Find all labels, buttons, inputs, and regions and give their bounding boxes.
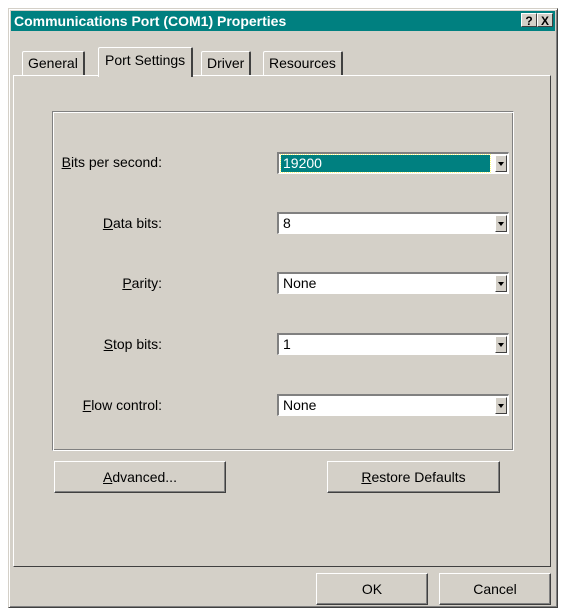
- stop-bits-select[interactable]: 1: [277, 333, 509, 355]
- title-bar: Communications Port (COM1) Properties ? …: [11, 11, 555, 31]
- properties-dialog: Communications Port (COM1) Properties ? …: [8, 8, 558, 608]
- cancel-button[interactable]: Cancel: [439, 573, 551, 605]
- window-title: Communications Port (COM1) Properties: [14, 13, 287, 29]
- tab-general[interactable]: General: [22, 51, 85, 75]
- flow-control-select[interactable]: None: [277, 394, 509, 416]
- parity-select[interactable]: None: [277, 272, 509, 294]
- chevron-down-icon[interactable]: [495, 275, 507, 292]
- data-bits-value: 8: [283, 215, 291, 231]
- stop-bits-value: 1: [283, 336, 291, 352]
- chevron-down-icon[interactable]: [495, 155, 507, 172]
- parity-value: None: [283, 275, 317, 291]
- bits-per-second-value: 19200: [280, 154, 491, 173]
- help-button[interactable]: ?: [521, 13, 537, 28]
- bits-per-second-label: Bits per second:: [61, 154, 162, 170]
- stop-bits-label: Stop bits:: [103, 336, 162, 352]
- tab-resources[interactable]: Resources: [263, 51, 343, 75]
- data-bits-label: Data bits:: [102, 215, 162, 231]
- bits-per-second-select[interactable]: 19200: [277, 152, 509, 174]
- parity-label: Parity:: [122, 275, 162, 291]
- restore-defaults-button[interactable]: Restore Defaults: [327, 461, 500, 493]
- data-bits-select[interactable]: 8: [277, 212, 509, 234]
- close-button[interactable]: X: [537, 13, 553, 28]
- tab-port-settings[interactable]: Port Settings: [98, 47, 194, 77]
- port-settings-group: Bits per second: 19200 Data bits: 8 Pari…: [52, 111, 514, 451]
- flow-control-label: Flow control:: [82, 397, 162, 413]
- chevron-down-icon[interactable]: [495, 215, 507, 232]
- chevron-down-icon[interactable]: [495, 336, 507, 353]
- chevron-down-icon[interactable]: [495, 397, 507, 414]
- advanced-button[interactable]: Advanced...: [54, 461, 226, 493]
- ok-button[interactable]: OK: [316, 573, 428, 605]
- tab-driver[interactable]: Driver: [201, 51, 252, 75]
- flow-control-value: None: [283, 397, 317, 413]
